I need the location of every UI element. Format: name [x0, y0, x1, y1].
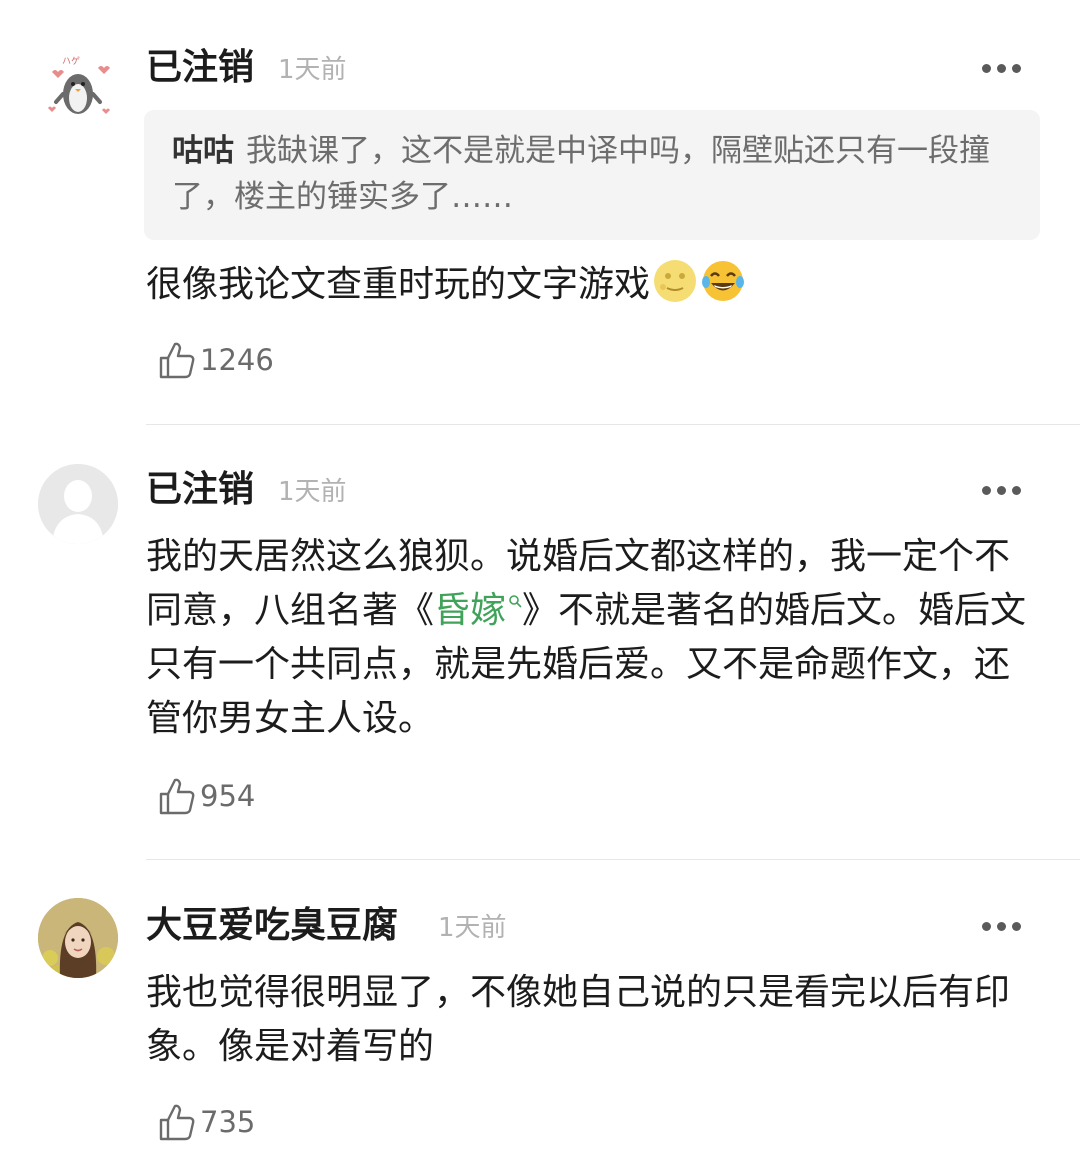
- quote-author: 咕咕: [172, 133, 234, 169]
- thumbs-up-icon: [159, 778, 195, 815]
- like-button[interactable]: 735: [158, 1100, 255, 1144]
- username[interactable]: 大豆爱吃臭豆腐: [146, 904, 398, 948]
- thumbs-up-icon: [159, 342, 195, 379]
- like-count: 1246: [200, 343, 274, 377]
- like-count: 735: [200, 1105, 256, 1139]
- like-count: 954: [200, 779, 256, 813]
- penguin-sticker-icon: ハゲ: [38, 48, 118, 128]
- timestamp: 1天前: [438, 913, 507, 943]
- username[interactable]: 已注销: [146, 468, 254, 512]
- moon-face-icon: [654, 260, 697, 302]
- search-icon: [509, 595, 522, 608]
- svg-text:ハゲ: ハゲ: [62, 55, 80, 67]
- comment-text: 我也觉得很明显了，不像她自己说的只是看完以后有印象。像是对着写的: [146, 972, 1011, 1067]
- divider: [146, 859, 1080, 860]
- novel-link-text[interactable]: 昏嫁: [434, 590, 506, 631]
- laughing-tears-icon: [702, 261, 745, 301]
- more-options-icon[interactable]: [982, 486, 1022, 498]
- more-options-icon[interactable]: [982, 64, 1022, 76]
- avatar[interactable]: [38, 464, 118, 544]
- quoted-reply[interactable]: 咕咕 我缺课了，这不是就是中译中吗，隔壁贴还只有一段撞了，楼主的锤实多了……: [144, 110, 1040, 240]
- quote-text: 我缺课了，这不是就是中译中吗，隔壁贴还只有一段撞了，楼主的锤实多了……: [172, 133, 990, 215]
- more-options-icon[interactable]: [982, 922, 1022, 934]
- thumbs-up-icon: [159, 1104, 195, 1141]
- comment-text-content: 很像我论文查重时玩的文字游戏: [146, 264, 651, 305]
- avatar[interactable]: ハゲ: [38, 48, 118, 128]
- divider: [146, 424, 1080, 425]
- comment-text: 我的天居然这么狼狈。说婚后文都这样的，我一定个不同意，八组名著《昏嫁 》不就是著…: [146, 530, 1036, 746]
- default-avatar-icon: [38, 464, 118, 544]
- username[interactable]: 已注销: [146, 46, 254, 90]
- avatar[interactable]: [38, 898, 118, 978]
- timestamp: 1天前: [278, 55, 347, 85]
- comment-text: 很像我论文查重时玩的文字游戏: [146, 258, 1036, 312]
- timestamp: 1天前: [278, 477, 347, 507]
- novel-link[interactable]: 昏嫁: [434, 590, 522, 631]
- user-photo-avatar: [38, 898, 118, 978]
- like-button[interactable]: 954: [158, 774, 255, 818]
- like-button[interactable]: 1246: [158, 338, 274, 382]
